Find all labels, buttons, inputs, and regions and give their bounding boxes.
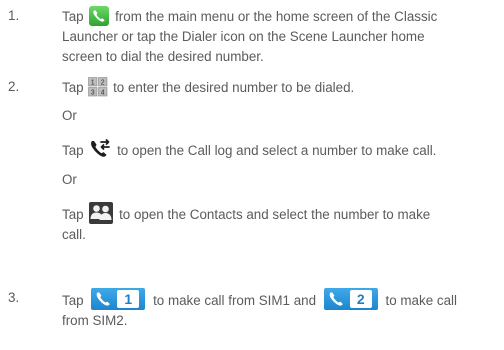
step-text-segment: to open the Call log and select a number… <box>117 143 437 158</box>
phone-icon <box>89 6 110 26</box>
tap-word: Tap <box>62 143 84 158</box>
step-text-segment: to make call <box>385 293 457 308</box>
step-number: 2. <box>8 79 20 94</box>
step-line: Tap to open the Call log and select a nu… <box>62 138 498 161</box>
tap-word: Tap <box>62 9 84 24</box>
or-text: Or <box>62 108 77 123</box>
step-text: Tap 1 to make call from SIM1 and 2 to ma… <box>62 288 498 331</box>
or-text: Or <box>62 172 77 187</box>
step-line: screen to dial the desired number. <box>62 49 264 64</box>
svg-text:3: 3 <box>91 90 95 97</box>
sim2-label: 2 <box>349 290 372 308</box>
step-line: from SIM2. <box>62 313 128 328</box>
step-text: Tap from the main menu or the home scree… <box>62 6 498 67</box>
svg-text:1: 1 <box>91 80 95 87</box>
step-line: Tap 1 to make call from SIM1 and 2 to ma… <box>62 288 498 311</box>
tap-word: Tap <box>62 293 84 308</box>
tap-word: Tap <box>62 207 84 222</box>
step-text: Tap 1 2 3 4 to enter the desired number … <box>62 77 498 98</box>
step-text-segment: from the main menu or the home screen of… <box>115 9 438 24</box>
svg-text:2: 2 <box>101 80 105 87</box>
dialpad-icon: 1 2 3 4 <box>88 77 108 97</box>
step-text-segment: to make call from SIM1 and <box>153 293 317 308</box>
call-log-icon <box>89 138 111 160</box>
sim1-call-icon: 1 <box>91 288 146 310</box>
sim1-label: 1 <box>117 290 140 308</box>
step-text-segment: to open the Contacts and select the numb… <box>119 207 431 222</box>
step-text-segment: to enter the desired number to be dialed… <box>113 80 355 95</box>
tap-word: Tap <box>62 80 84 95</box>
sim2-call-icon: 2 <box>323 288 378 310</box>
step-line: Tap from the main menu or the home scree… <box>62 6 498 27</box>
contacts-icon <box>89 202 114 224</box>
step-line: Tap to open the Contacts and select the … <box>62 202 498 225</box>
step-number: 1. <box>8 8 20 23</box>
svg-text:4: 4 <box>101 90 105 97</box>
step-line: call. <box>62 227 86 242</box>
step-line: Tap 1 2 3 4 to enter the desired number … <box>62 77 498 98</box>
step-line: Launcher or tap the Dialer icon on the S… <box>62 29 425 44</box>
step-number: 3. <box>8 290 20 305</box>
